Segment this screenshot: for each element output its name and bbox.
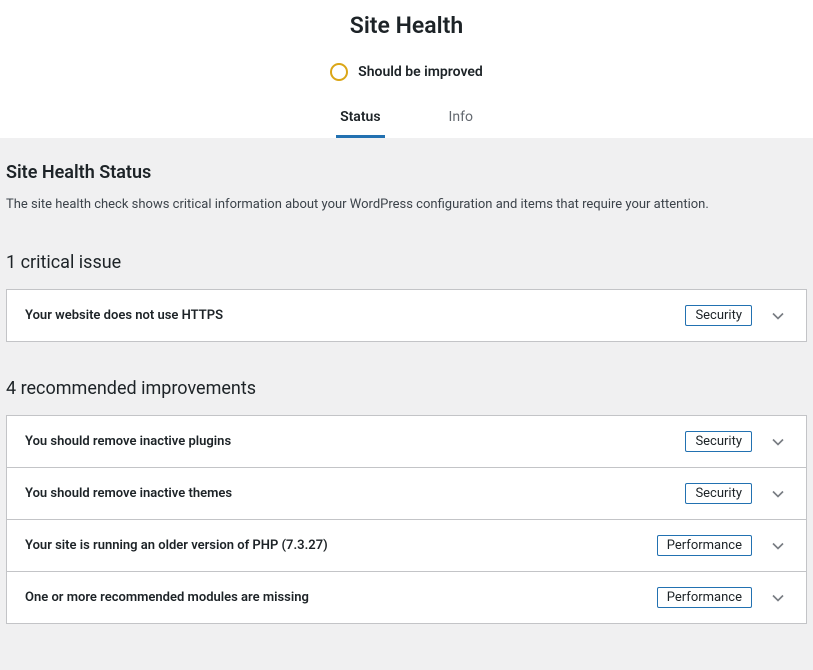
chevron-down-icon (768, 588, 788, 608)
issue-title: You should remove inactive plugins (25, 434, 231, 449)
critical-heading: 1 critical issue (6, 252, 807, 273)
issue-right: Performance (657, 535, 788, 556)
page-title: Site Health (0, 8, 813, 51)
issue-title: Your site is running an older version of… (25, 538, 328, 553)
badge-performance: Performance (657, 535, 752, 556)
badge-performance: Performance (657, 587, 752, 608)
status-indicator: Should be improved (0, 51, 813, 99)
issue-row[interactable]: You should remove inactive plugins Secur… (6, 415, 807, 468)
critical-issues-group: 1 critical issue Your website does not u… (6, 252, 807, 342)
issue-right: Security (685, 483, 788, 504)
status-circle-icon (330, 63, 348, 81)
chevron-down-icon (768, 306, 788, 326)
tab-info[interactable]: Info (445, 99, 477, 138)
issue-title: You should remove inactive themes (25, 486, 232, 501)
issue-title: Your website does not use HTTPS (25, 308, 223, 323)
status-section-desc: The site health check shows critical inf… (6, 197, 807, 212)
chevron-down-icon (768, 536, 788, 556)
issue-row[interactable]: Your site is running an older version of… (6, 520, 807, 572)
chevron-down-icon (768, 484, 788, 504)
issue-title: One or more recommended modules are miss… (25, 590, 309, 605)
content: Site Health Status The site health check… (0, 138, 813, 670)
tab-status[interactable]: Status (336, 99, 384, 138)
status-text: Should be improved (358, 64, 483, 80)
issue-row[interactable]: One or more recommended modules are miss… (6, 572, 807, 624)
badge-security: Security (685, 431, 752, 452)
badge-security: Security (685, 305, 752, 326)
tabs: Status Info (0, 99, 813, 138)
issue-right: Security (685, 431, 788, 452)
chevron-down-icon (768, 432, 788, 452)
issue-row[interactable]: Your website does not use HTTPS Security (6, 289, 807, 342)
issue-right: Security (685, 305, 788, 326)
recommended-issues-group: 4 recommended improvements You should re… (6, 378, 807, 624)
issue-right: Performance (657, 587, 788, 608)
status-section-title: Site Health Status (6, 162, 807, 183)
badge-security: Security (685, 483, 752, 504)
header: Site Health Should be improved Status In… (0, 0, 813, 138)
issue-row[interactable]: You should remove inactive themes Securi… (6, 468, 807, 520)
recommended-heading: 4 recommended improvements (6, 378, 807, 399)
